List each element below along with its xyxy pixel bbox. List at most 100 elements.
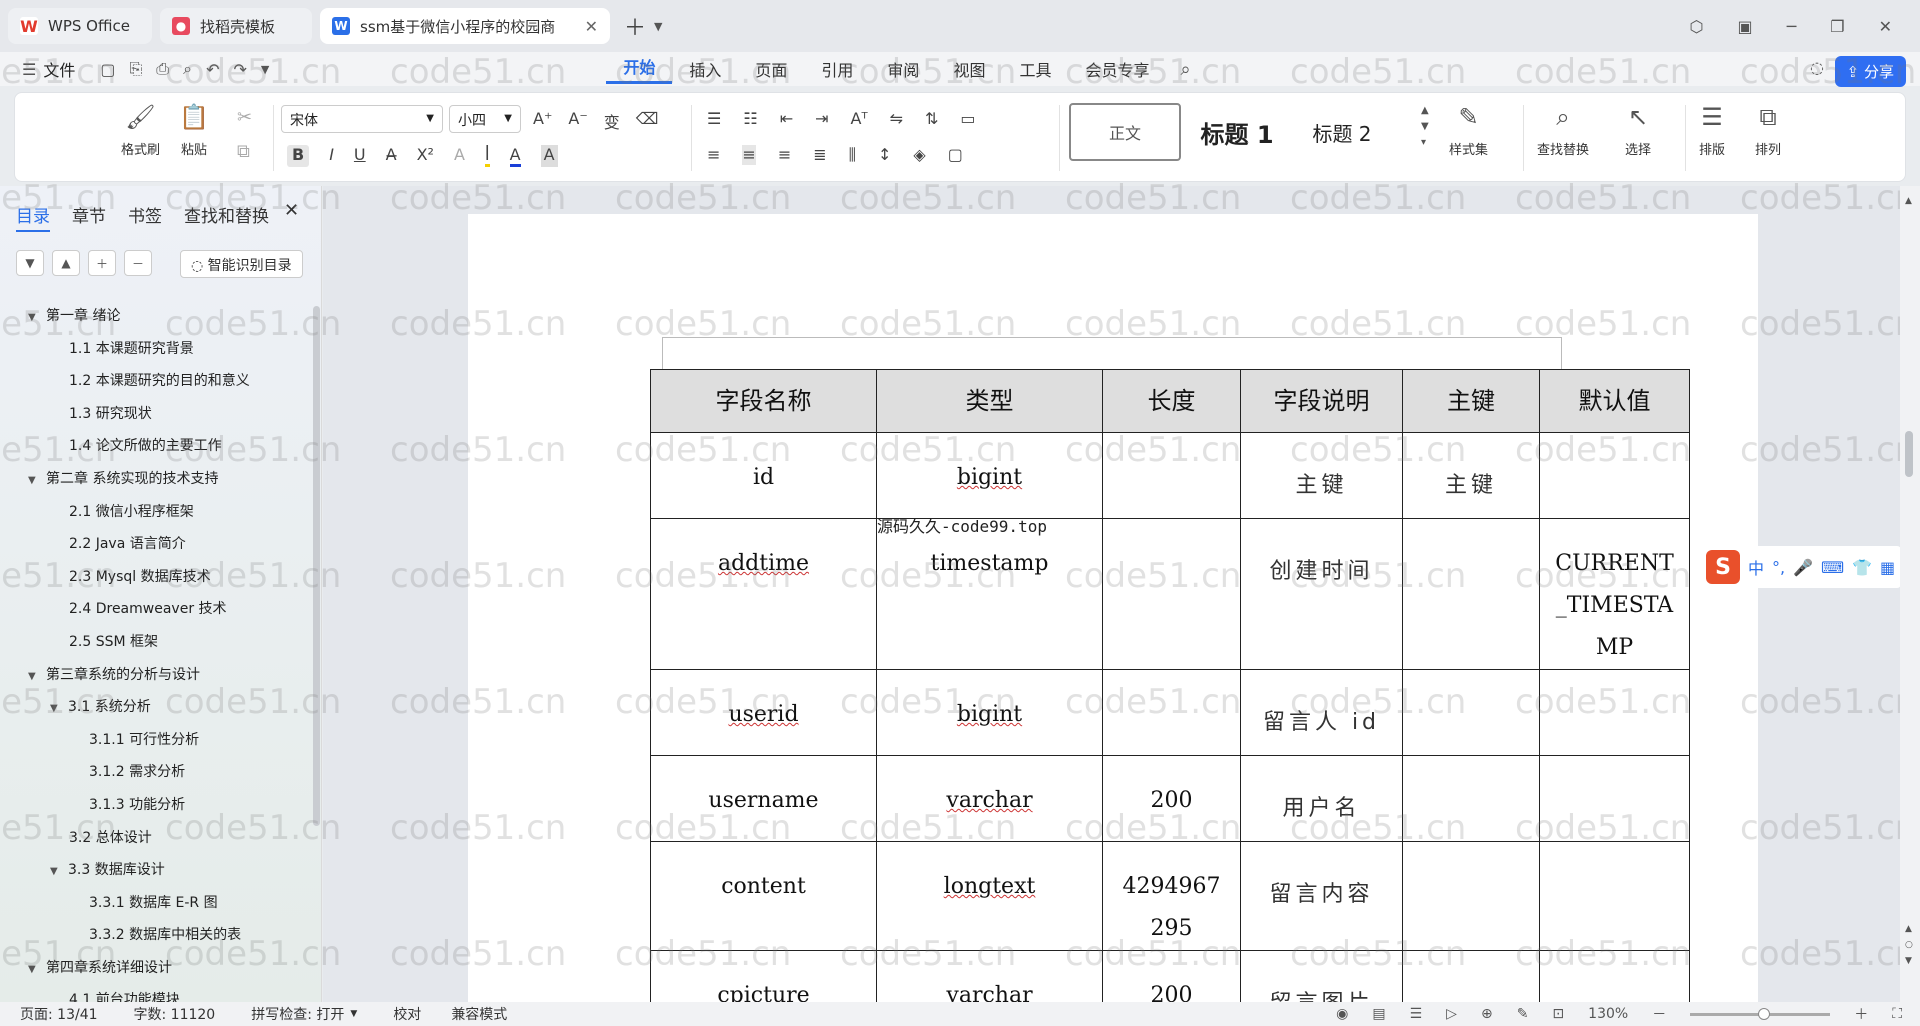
zoom-level[interactable]: 130% — [1588, 1006, 1628, 1022]
shading-icon[interactable]: ◈ — [913, 145, 925, 165]
toc-item[interactable]: 2.4 Dreamweaver 技术 — [0, 593, 310, 626]
toc-item[interactable]: 3.3.1 数据库 E-R 图 — [0, 887, 310, 920]
styles-scroll-icon[interactable]: ▲ ▼ ▾ — [1421, 103, 1429, 151]
expand-triangle-icon[interactable]: ▼ — [50, 693, 68, 726]
strikethrough-icon[interactable]: A̶ — [386, 145, 397, 167]
toc-item[interactable]: ▼ 第四章系统详细设计 — [0, 952, 310, 985]
share-button[interactable]: ⇪ 分享 — [1834, 56, 1906, 87]
format-painter-button[interactable]: 🖌 格式刷 — [121, 103, 160, 158]
page-indicator[interactable]: 页面: 13/41 — [20, 1004, 98, 1024]
print-preview-icon[interactable]: ⌕ — [183, 59, 192, 79]
zoom-out-icon[interactable]: － — [1652, 1004, 1666, 1024]
font-size-select[interactable]: 小四 ▼ — [449, 105, 521, 133]
toc-item[interactable]: 2.5 SSM 框架 — [0, 626, 310, 659]
undo-icon[interactable]: ↶ — [206, 60, 219, 79]
distribute-icon[interactable]: ⫼ — [849, 145, 856, 165]
toc-item[interactable]: 2.1 微信小程序框架 — [0, 496, 310, 529]
paste-button[interactable]: 📋 粘贴 — [179, 103, 209, 158]
text-direction-icon[interactable]: Aᵀ — [851, 109, 868, 128]
scroll-up-icon[interactable]: ▲ — [1905, 196, 1912, 206]
cut-icon[interactable]: ✂ — [237, 107, 252, 128]
menu-references[interactable]: 引用 — [804, 57, 870, 81]
outline-view-icon[interactable]: ☰ — [1410, 1006, 1423, 1022]
collapse-up-icon[interactable]: ▲ — [52, 250, 80, 276]
font-color-icon[interactable]: A — [509, 145, 521, 167]
char-shading-icon[interactable]: A — [540, 145, 558, 167]
toc-item[interactable]: ▼ 第一章 绪论 — [0, 300, 310, 333]
close-icon[interactable]: ✕ — [284, 200, 299, 221]
smart-toc-button[interactable]: ◌ 智能识别目录 — [180, 250, 303, 278]
tab-toc[interactable]: 目录 — [16, 202, 50, 232]
layout-button[interactable]: ☰ 排版 — [1699, 103, 1725, 158]
scroll-thumb[interactable] — [1905, 431, 1913, 477]
expand-triangle-icon[interactable]: ▼ — [28, 302, 46, 335]
style-set-button[interactable]: ✎ 样式集 — [1449, 103, 1488, 158]
border-icon[interactable]: ▢ — [948, 145, 963, 165]
window-close-icon[interactable]: ✕ — [1879, 17, 1892, 36]
toc-item[interactable]: 1.4 论文所做的主要工作 — [0, 430, 310, 463]
toc-item[interactable]: 2.2 Java 语言简介 — [0, 528, 310, 561]
avatar[interactable]: ▣ — [1737, 17, 1752, 36]
expand-down-icon[interactable]: ▼ — [16, 250, 44, 276]
restore-icon[interactable]: ❐ — [1830, 17, 1844, 36]
underline-button[interactable]: U — [354, 145, 366, 167]
minimize-icon[interactable]: ─ — [1787, 17, 1797, 36]
cube-icon[interactable]: ⬡ — [1690, 17, 1704, 36]
line-spacing-icon[interactable]: ↕ — [878, 145, 891, 165]
menu-insert[interactable]: 插入 — [672, 57, 738, 81]
show-marks-icon[interactable]: ▭ — [960, 109, 975, 128]
document-scrollbar[interactable]: ▲ ▲ ○ ▼ — [1900, 186, 1920, 1002]
fit-icon[interactable]: ⊡ — [1552, 1006, 1564, 1022]
toc-item[interactable]: 3.3.2 数据库中相关的表 — [0, 919, 310, 952]
menu-review[interactable]: 审阅 — [870, 57, 936, 81]
toc-item[interactable]: ▼ 第三章系统的分析与设计 — [0, 659, 310, 692]
word-count[interactable]: 字数: 11120 — [134, 1004, 216, 1024]
align-left-icon[interactable]: ≡ — [707, 145, 720, 165]
chinese-layout-icon[interactable]: ⇋ — [890, 109, 903, 128]
new-tab-icon[interactable]: ＋ — [624, 10, 646, 42]
superscript-icon[interactable]: X² — [417, 145, 434, 167]
copy-icon[interactable]: ⧉ — [237, 141, 250, 162]
chevron-down-icon[interactable]: ▼ — [350, 1009, 357, 1019]
menu-view[interactable]: 视图 — [936, 57, 1002, 81]
grow-font-icon[interactable]: A⁺ — [533, 109, 552, 133]
web-view-icon[interactable]: ⊕ — [1481, 1006, 1493, 1022]
tab-docer[interactable]: ● 找稻壳模板 — [160, 8, 312, 44]
sidebar-scrollbar[interactable] — [313, 306, 320, 826]
tab-wps-office[interactable]: W WPS Office — [8, 8, 152, 44]
numbered-list-icon[interactable]: ☷ — [743, 109, 757, 128]
phonetic-icon[interactable]: 变 — [604, 109, 620, 133]
find-replace-button[interactable]: ⌕ 查找替换 — [1537, 103, 1589, 158]
pen-icon[interactable]: ✎ — [1517, 1006, 1529, 1022]
toc-item[interactable]: 3.1.3 功能分析 — [0, 789, 310, 822]
arrange-button[interactable]: ⧉ 排列 — [1755, 103, 1781, 158]
menu-vip[interactable]: 会员专享 — [1068, 57, 1166, 81]
toc-item[interactable]: 2.3 Mysql 数据库技术 — [0, 561, 310, 594]
eraser-icon[interactable]: ⌫ — [636, 109, 659, 133]
menu-page[interactable]: 页面 — [738, 57, 804, 81]
play-icon[interactable]: ▷ — [1446, 1006, 1457, 1022]
close-icon[interactable]: ✕ — [585, 17, 598, 36]
chevron-down-icon[interactable]: ▼ — [261, 63, 269, 76]
align-center-icon[interactable]: ≡ — [742, 145, 756, 165]
toc-item[interactable]: 3.2 总体设计 — [0, 822, 310, 855]
tab-chapters[interactable]: 章节 — [72, 202, 106, 232]
expand-triangle-icon[interactable]: ▼ — [28, 954, 46, 987]
tab-find-replace[interactable]: 查找和替换 — [184, 202, 269, 232]
zoom-handle[interactable] — [1758, 1007, 1771, 1020]
toc-item[interactable]: ▼ 3.1 系统分析 — [0, 691, 310, 724]
eye-icon[interactable]: ◉ — [1336, 1006, 1348, 1022]
print-icon[interactable]: ⎙ — [156, 59, 169, 79]
chat-icon[interactable]: ◌ — [1810, 58, 1824, 77]
ime-toolbar[interactable]: S 中 °, 🎤 ⌨ 👕 ▦ — [1700, 546, 1902, 588]
highlight-icon[interactable]: ꟾ — [484, 145, 490, 167]
select-button[interactable]: ↖ 选择 — [1625, 103, 1651, 158]
align-right-icon[interactable]: ≡ — [778, 145, 791, 165]
toc-item[interactable]: ▼ 3.3 数据库设计 — [0, 854, 310, 887]
zoom-in-icon[interactable]: ＋ — [1854, 1004, 1868, 1024]
zoom-slider[interactable] — [1690, 1007, 1831, 1020]
style-normal[interactable]: 正文 — [1069, 103, 1181, 161]
toc-item[interactable]: 1.1 本课题研究背景 — [0, 333, 310, 366]
bullet-list-icon[interactable]: ☰ — [707, 109, 721, 128]
file-menu[interactable]: 文件 — [43, 57, 75, 81]
